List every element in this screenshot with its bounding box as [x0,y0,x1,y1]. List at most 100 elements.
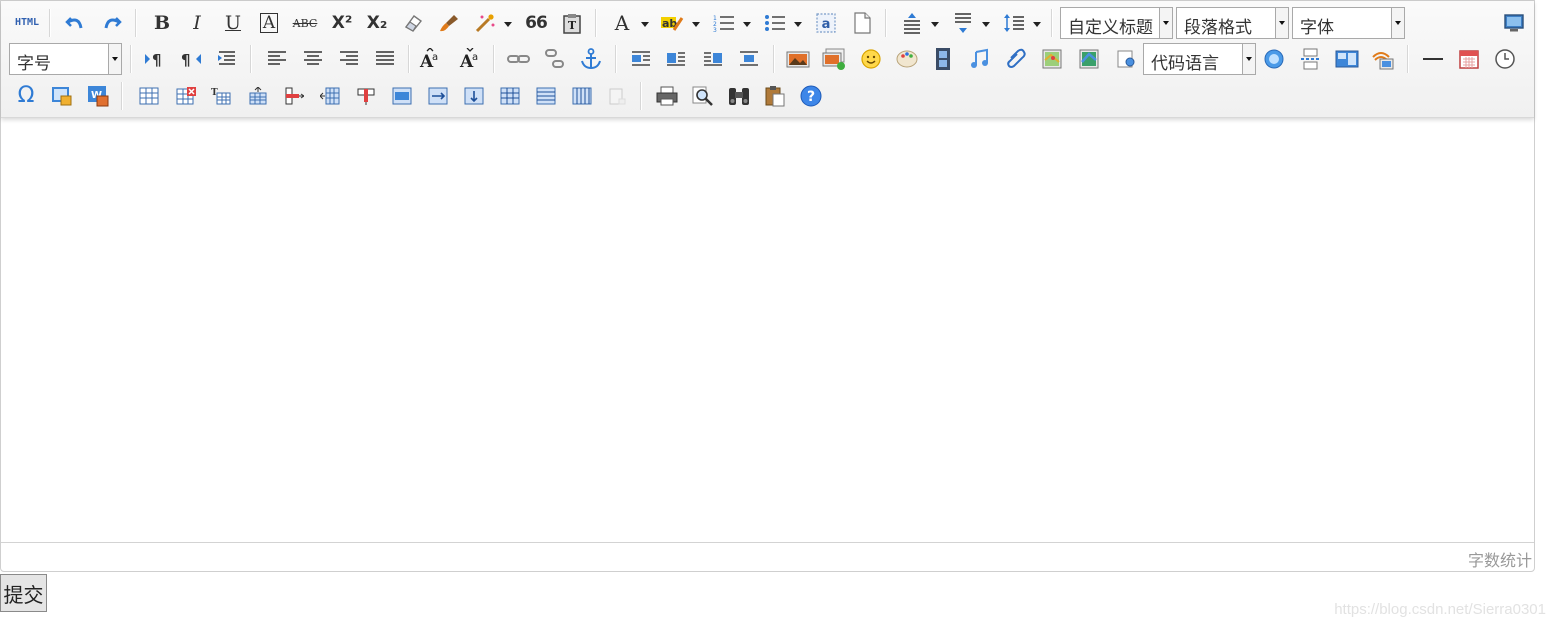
music-button[interactable] [966,46,992,72]
paragraph-format-dropdown-arrow[interactable] [1275,8,1288,38]
underline-button[interactable]: U [220,10,246,36]
mergeright-button[interactable] [425,83,451,109]
indent-button[interactable] [214,46,240,72]
splittocols-button[interactable] [569,83,595,109]
insertimage-button[interactable] [821,46,847,72]
unordered-list-button[interactable] [762,10,788,36]
custom-title-select[interactable]: 自定义标题 [1060,7,1173,39]
touppercase-button[interactable]: Aa [418,46,444,72]
font-family-select[interactable]: 字体 [1292,7,1405,39]
pasteplain-button[interactable]: T [559,10,585,36]
justify-left-button[interactable] [264,46,290,72]
subscript-button[interactable]: X₂ [364,10,390,36]
backcolor-dropdown-caret[interactable] [692,22,700,27]
code-language-select[interactable]: 代码语言 [1143,43,1256,75]
insertrow-button[interactable] [245,83,271,109]
unordered-list-dropdown-caret[interactable] [794,22,802,27]
inserttable-button[interactable] [136,83,162,109]
custom-title-dropdown-arrow[interactable] [1159,8,1172,38]
justify-right-button[interactable] [336,46,362,72]
searchreplace-button[interactable] [726,83,752,109]
rowspacingtop-dropdown-caret[interactable] [931,22,939,27]
paragraph-format-select[interactable]: 段落格式 [1176,7,1289,39]
code-language-dropdown-arrow[interactable] [1242,44,1255,74]
cleardoc-button[interactable] [849,10,875,36]
font-size-dropdown-arrow[interactable] [108,44,121,74]
wordimage-button[interactable] [49,83,75,109]
webapp-button[interactable] [1261,46,1287,72]
superscript-button[interactable]: X² [329,10,355,36]
imagecenter-button[interactable] [736,46,762,72]
tolowercase-button[interactable]: Aa [458,46,484,72]
font-size-select[interactable]: 字号 [9,43,122,75]
fontborder-button[interactable]: A [256,10,282,36]
scrawl-button[interactable] [894,46,920,72]
emotion-button[interactable] [858,46,884,72]
submit-button[interactable]: 提交 [0,574,47,612]
deletecol-button[interactable] [353,83,379,109]
rowspacingbottom-dropdown-caret[interactable] [982,22,990,27]
preview-button[interactable] [690,83,716,109]
background-button[interactable] [1370,46,1396,72]
map-button[interactable] [1039,46,1065,72]
word-paste-button[interactable]: W [85,83,111,109]
horizontal-rule-button[interactable] [1420,46,1446,72]
rowspacingtop-button[interactable] [899,10,925,36]
simpleupload-button[interactable] [785,46,811,72]
help-button[interactable]: ? [798,83,824,109]
backcolor-button[interactable]: ab [660,10,686,36]
mergecells-button[interactable] [389,83,415,109]
drafts-button[interactable] [762,83,788,109]
link-button[interactable] [506,46,532,72]
removeformat-button[interactable] [400,10,426,36]
charts-button[interactable] [604,83,630,109]
redo-button[interactable] [99,10,125,36]
forecolor-button[interactable]: A [609,10,635,36]
bold-button[interactable]: B [149,10,175,36]
insertcol-button[interactable] [317,83,343,109]
blockquote-button[interactable]: 66 [523,10,549,36]
attachment-button[interactable] [1003,46,1029,72]
print-button[interactable] [654,83,680,109]
imageright-button[interactable] [700,46,726,72]
gmap-button[interactable] [1076,46,1102,72]
date-button[interactable] [1456,46,1482,72]
ordered-list-button[interactable]: 123 [711,10,737,36]
rowspacingbottom-button[interactable] [950,10,976,36]
justify-center-button[interactable] [300,46,326,72]
pagebreak-button[interactable] [1297,46,1323,72]
autotypeset-dropdown-caret[interactable] [504,22,512,27]
strikethrough-button[interactable]: ABC [292,10,318,36]
template-button[interactable] [1334,46,1360,72]
editor-content-area[interactable] [1,118,1534,542]
formatmatch-button[interactable] [436,10,462,36]
imagenone-button[interactable] [628,46,654,72]
italic-button[interactable]: I [184,10,210,36]
insertframe-button[interactable] [1113,46,1139,72]
splittocells-button[interactable] [497,83,523,109]
insertparagraphbeforetable-button[interactable]: T [208,83,234,109]
unlink-button[interactable] [542,46,568,72]
spechars-button[interactable]: Ω [13,83,39,109]
deleterow-button[interactable] [281,83,307,109]
font-family-dropdown-arrow[interactable] [1391,8,1404,38]
directionality-rtl-button[interactable]: ¶ [178,46,204,72]
lineheight-button[interactable] [1001,10,1027,36]
deletetable-button[interactable] [173,83,199,109]
justify-justify-button[interactable] [372,46,398,72]
mergedown-button[interactable] [461,83,487,109]
autotypeset-button[interactable] [472,10,498,36]
anchor-button[interactable] [578,46,604,72]
splittorows-button[interactable] [533,83,559,109]
forecolor-dropdown-caret[interactable] [641,22,649,27]
insertvideo-button[interactable] [930,46,956,72]
selectall-button[interactable]: a [813,10,839,36]
undo-button[interactable] [62,10,88,36]
imageleft-button[interactable] [663,46,689,72]
lineheight-dropdown-caret[interactable] [1033,22,1041,27]
time-button[interactable] [1492,46,1518,72]
directionality-ltr-button[interactable]: ¶ [142,46,168,72]
ordered-list-dropdown-caret[interactable] [743,22,751,27]
fullscreen-button[interactable] [1501,10,1527,36]
html-source-button[interactable]: HTML [12,10,42,36]
